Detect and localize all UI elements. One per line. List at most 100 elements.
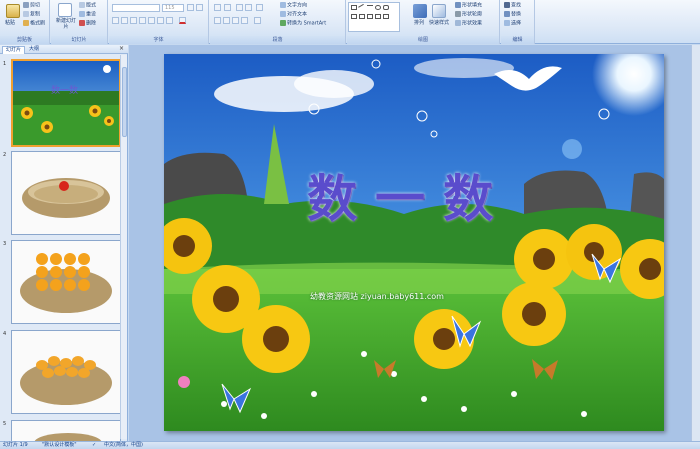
arrow-shape-icon[interactable]: [367, 5, 373, 10]
align-text-label: 对齐文本: [287, 11, 308, 18]
shadow-icon[interactable]: [148, 17, 155, 24]
arrange-button[interactable]: 排列: [414, 20, 424, 27]
text-direction-button[interactable]: 文字方向: [280, 2, 307, 10]
slide-number: 2: [3, 152, 7, 158]
current-slide[interactable]: 数一数 幼教资源网站 ziyuan.baby611.com: [164, 54, 664, 431]
replace-button[interactable]: 替换: [504, 11, 521, 19]
paste-button[interactable]: 粘贴: [5, 20, 15, 27]
underline-icon[interactable]: [130, 17, 137, 24]
delete-button[interactable]: 删除: [79, 20, 96, 28]
ribbon: 粘贴 剪切 复制 格式刷 剪贴板 新建幻灯片 版式 重设 删除 幻灯片 115 …: [0, 0, 700, 44]
star-shape-icon[interactable]: [359, 14, 365, 19]
align-right-icon[interactable]: [232, 17, 239, 24]
find-button[interactable]: 查找: [504, 2, 521, 10]
slide-number: 3: [3, 241, 7, 247]
shape-effects-label: 形状效果: [462, 20, 483, 27]
shape-outline-label: 形状轮廓: [462, 11, 483, 18]
paste-icon[interactable]: [6, 4, 20, 18]
reset-button[interactable]: 重设: [79, 11, 96, 19]
language-indicator[interactable]: 中文(简体，中国): [104, 442, 143, 449]
slides-group: 新建幻灯片 版式 重设 删除 幻灯片: [51, 0, 108, 44]
line-spacing-icon[interactable]: [256, 4, 263, 11]
align-center-icon[interactable]: [223, 17, 230, 24]
format-painter-button[interactable]: 格式刷: [23, 20, 45, 28]
slide-thumbnail-3[interactable]: [11, 240, 121, 324]
panel-scrollbar[interactable]: [120, 55, 127, 439]
italic-icon[interactable]: [121, 17, 128, 24]
slide-thumbnail-4[interactable]: [11, 330, 121, 414]
shape-fill-button[interactable]: 形状填充: [455, 2, 482, 10]
close-panel-icon[interactable]: ×: [119, 45, 124, 52]
numbering-icon[interactable]: [224, 4, 231, 11]
justify-icon[interactable]: [241, 17, 248, 24]
clipboard-group-label: 剪贴板: [0, 36, 49, 44]
replace-label: 替换: [511, 11, 522, 18]
format-painter-label: 格式刷: [30, 20, 46, 27]
columns-icon[interactable]: [254, 17, 261, 24]
paragraph-group-label: 段落: [210, 36, 345, 44]
slide-count: 幻灯片 1/9: [3, 442, 28, 448]
tab-outline[interactable]: 大纲: [26, 46, 42, 54]
font-color-icon[interactable]: [179, 17, 186, 24]
smartart-button[interactable]: 转换为 SmartArt: [280, 20, 326, 28]
drawing-group-label: 绘图: [347, 36, 499, 44]
slide-thumbnail-1[interactable]: 数一数: [11, 59, 121, 147]
shape-fill-label: 形状填充: [462, 2, 483, 9]
copy-button[interactable]: 复制: [23, 11, 40, 19]
select-button[interactable]: 选择: [504, 20, 521, 28]
pen-outline-icon: [455, 11, 461, 17]
layout-button[interactable]: 版式: [79, 2, 96, 10]
delete-icon: [79, 20, 85, 26]
rounded-rect-shape-icon[interactable]: [383, 5, 389, 10]
copy-icon: [23, 11, 29, 17]
tab-slides[interactable]: 幻灯片: [2, 46, 26, 54]
decrease-indent-icon[interactable]: [236, 4, 243, 11]
new-slide-button[interactable]: 新建幻灯片: [55, 18, 77, 30]
slide-1-preview: 数一数: [13, 61, 119, 145]
font-name-combo[interactable]: [112, 4, 160, 12]
align-text-icon: [280, 11, 286, 17]
line-shape-icon[interactable]: [358, 3, 366, 12]
slide-number: 4: [3, 331, 7, 337]
slide-watermark: 幼教资源网站 ziyuan.baby611.com: [310, 292, 444, 301]
align-text-button[interactable]: 对齐文本: [280, 11, 307, 19]
scissors-icon: [23, 2, 29, 8]
bold-icon[interactable]: [112, 17, 119, 24]
shape-effects-button[interactable]: 形状效果: [455, 20, 482, 28]
panel-scroll-thumb[interactable]: [122, 67, 127, 137]
brush-icon: [23, 20, 29, 26]
grow-font-icon[interactable]: [187, 4, 194, 11]
shape-outline-button[interactable]: 形状轮廓: [455, 11, 482, 19]
new-slide-icon[interactable]: [58, 3, 72, 17]
strikethrough-icon[interactable]: [139, 17, 146, 24]
triangle-shape-icon[interactable]: [351, 14, 357, 19]
oval-shape-icon[interactable]: [375, 5, 381, 10]
shrink-font-icon[interactable]: [196, 4, 203, 11]
svg-text:数一数: 数一数: [51, 84, 78, 96]
align-left-icon[interactable]: [214, 17, 221, 24]
slide-number: 5: [3, 421, 7, 427]
font-size-combo[interactable]: 115: [162, 4, 184, 12]
spacing-icon[interactable]: [157, 17, 164, 24]
smartart-icon: [280, 20, 286, 26]
delete-label: 删除: [86, 20, 97, 27]
editor-scrollbar[interactable]: [691, 45, 700, 441]
arrange-icon[interactable]: [413, 4, 427, 18]
slide-title[interactable]: 数一数: [307, 159, 547, 228]
quick-styles-icon[interactable]: [432, 4, 446, 18]
increase-indent-icon[interactable]: [245, 4, 252, 11]
bullets-icon[interactable]: [214, 4, 221, 11]
slide-thumbnail-2[interactable]: [11, 151, 121, 235]
slides-panel: 幻灯片 大纲 × 1 数一数 2 3 4 5: [0, 45, 128, 441]
change-case-icon[interactable]: [166, 17, 173, 24]
quick-styles-button[interactable]: 快速样式: [429, 20, 449, 27]
callout-shape-icon[interactable]: [375, 14, 381, 19]
editing-group: 查找 替换 选择 编辑: [501, 0, 535, 44]
brace-shape-icon[interactable]: [367, 14, 373, 19]
block-arrow-shape-icon[interactable]: [383, 14, 389, 19]
rectangle-shape-icon[interactable]: [351, 5, 357, 10]
spellcheck-icon[interactable]: ✓: [92, 442, 96, 449]
shapes-gallery[interactable]: [348, 2, 400, 32]
slide-thumbnail-5[interactable]: [11, 420, 121, 441]
cut-button[interactable]: 剪切: [23, 2, 40, 10]
